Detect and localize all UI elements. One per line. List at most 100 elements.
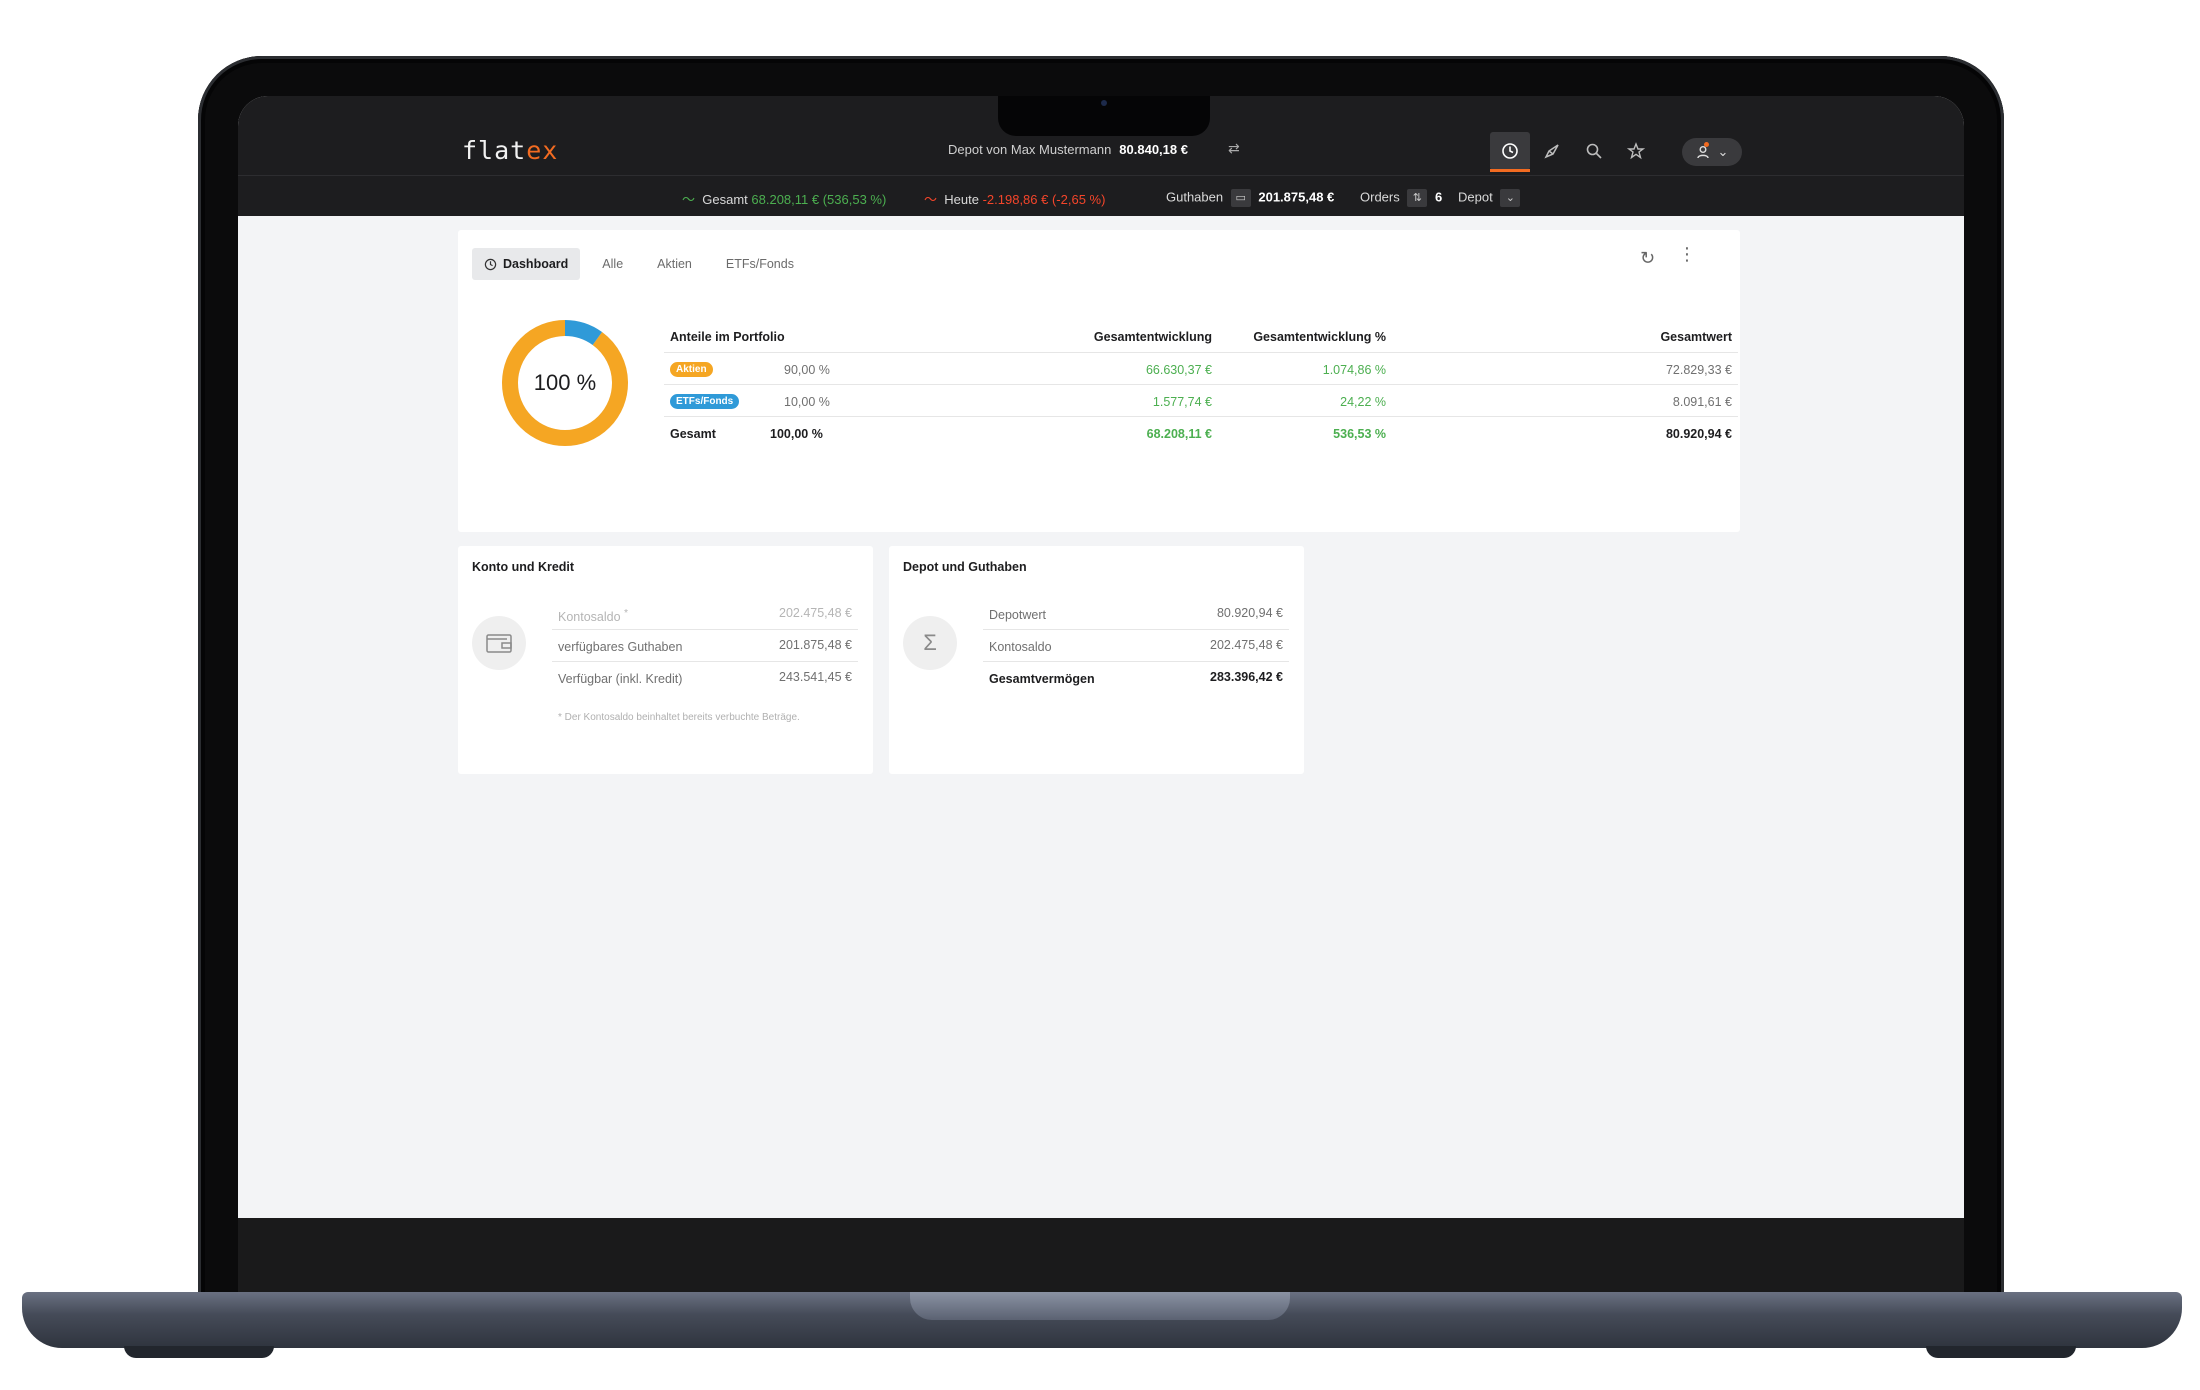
portfolio-card: Dashboard Alle Aktien ETFs/Fonds ↻ ⋮ 100… [458, 230, 1740, 532]
depotwert-value: 80.920,94 € [1216, 606, 1283, 620]
total-label: Gesamt [670, 427, 716, 441]
star-icon[interactable] [1616, 132, 1656, 170]
share-etfs: 10,00 % [784, 395, 830, 409]
verfuegbares-guthaben-label: verfügbares Guthaben [558, 640, 683, 654]
trend-down-icon: 〜 [924, 192, 938, 207]
user-icon [1696, 146, 1709, 159]
table-header: Anteile im Portfolio Gesamtentwicklung G… [664, 322, 1738, 353]
kontosaldo-label: Kontosaldo * [558, 608, 629, 625]
depot-owner-label: Depot von Max Mustermann [948, 142, 1112, 157]
header-gesamtwert: Gesamtwert [1660, 330, 1732, 344]
verfuegbar-kredit-label: Verfügbar (inkl. Kredit) [558, 672, 683, 686]
total-wert: 80.920,94 € [1665, 427, 1732, 441]
heute-value: -2.198,86 € (-2,65 %) [982, 192, 1106, 207]
entwicklung-pct-etfs: 24,22 % [1340, 395, 1386, 409]
list-item: Verfügbar (inkl. Kredit) 243.541,45 € [552, 662, 858, 694]
depot-selector[interactable]: Depot von Max Mustermann 80.840,18 € [948, 142, 1188, 157]
trend-up-icon: 〜 [682, 192, 696, 207]
konto-card-title: Konto und Kredit [472, 560, 575, 574]
header-entwicklung-pct: Gesamtentwicklung % [1253, 330, 1386, 344]
flatex-logo[interactable]: flatex [462, 136, 558, 165]
search-icon[interactable] [1574, 132, 1614, 170]
laptop-foot-right [1926, 1346, 2076, 1358]
entwicklung-pct-aktien: 1.074,86 % [1322, 363, 1386, 377]
list-item: Kontosaldo * 202.475,48 € [552, 598, 858, 630]
wert-etfs: 8.091,61 € [1672, 395, 1732, 409]
tab-dashboard[interactable]: Dashboard [472, 248, 581, 280]
wert-aktien: 72.829,33 € [1665, 363, 1732, 377]
notification-dot [1704, 142, 1709, 147]
gesamtvermoegen-label: Gesamtvermögen [989, 672, 1095, 686]
total-share: 100,00 % [770, 427, 823, 441]
konto-list: Kontosaldo * 202.475,48 € verfügbares Gu… [552, 598, 858, 694]
share-aktien: 90,00 % [784, 363, 830, 377]
tab-etfs-fonds[interactable]: ETFs/Fonds [714, 248, 806, 280]
swap-depot-icon[interactable]: ⇄ [1228, 140, 1240, 157]
verfuegbar-kredit-value: 243.541,45 € [779, 670, 852, 684]
wallet-icon [472, 616, 526, 670]
chevron-down-icon: ⌄ [1717, 144, 1729, 159]
laptop-base-notch [910, 1292, 1290, 1320]
header-anteile: Anteile im Portfolio [670, 330, 785, 344]
gesamt-label: Gesamt [702, 192, 748, 207]
table-total-row: Gesamt 100,00 % 68.208,11 € 536,53 % 80.… [664, 417, 1738, 449]
camera-icon [1101, 100, 1107, 106]
refresh-icon[interactable]: ↻ [1640, 248, 1655, 269]
list-item: Gesamtvermögen 283.396,42 € [983, 662, 1289, 694]
table-row[interactable]: ETFs/Fonds 10,00 % 1.577,74 € 24,22 % 8.… [664, 385, 1738, 417]
badge-etfs-fonds: ETFs/Fonds [670, 394, 740, 409]
kontosaldo-value: 202.475,48 € [779, 606, 852, 620]
kontosaldo-value: 202.475,48 € [1210, 638, 1283, 652]
gesamtvermoegen-value: 283.396,42 € [1210, 670, 1283, 684]
guthaben-label: Guthaben [1166, 189, 1224, 205]
list-item: verfügbares Guthaben 201.875,48 € [552, 630, 858, 662]
depot-list: Depotwert 80.920,94 € Kontosaldo 202.475… [983, 598, 1289, 694]
header-entwicklung: Gesamtentwicklung [1093, 330, 1212, 344]
gesamt-summary: 〜 Gesamt 68.208,11 € (536,53 %) [682, 189, 886, 208]
table-row[interactable]: Aktien 90,00 % 66.630,37 € 1.074,86 % 72… [664, 353, 1738, 385]
user-menu-button[interactable]: ⌄ [1682, 138, 1742, 166]
laptop-foot-left [124, 1346, 274, 1358]
portfolio-status-bar: 〜 Gesamt 68.208,11 € (536,53 %) 〜 Heute … [238, 176, 1964, 216]
sigma-icon: Σ [903, 616, 957, 670]
camera-notch [998, 96, 1210, 136]
depot-dropdown[interactable]: Depot ⌄ [1458, 189, 1524, 207]
kontosaldo-footnote: * Der Kontosaldo beinhaltet bereits verb… [558, 712, 800, 723]
tab-aktien[interactable]: Aktien [645, 248, 704, 280]
heute-label: Heute [944, 192, 979, 207]
depot-value: 80.840,18 € [1119, 142, 1188, 157]
total-entwicklung: 68.208,11 € [1146, 427, 1212, 441]
gesamt-value: 68.208,11 € (536,53 %) [751, 192, 887, 207]
rocket-icon[interactable] [1532, 132, 1572, 170]
list-item: Depotwert 80.920,94 € [983, 598, 1289, 630]
entwicklung-aktien: 66.630,37 € [1145, 363, 1212, 377]
kontosaldo-label: Kontosaldo [989, 640, 1052, 654]
portfolio-tabs: Dashboard Alle Aktien ETFs/Fonds [472, 248, 816, 280]
heute-summary: 〜 Heute -2.198,86 € (-2,65 %) [924, 189, 1105, 208]
konto-kredit-card: Konto und Kredit Kontosaldo * 202.475,48… [458, 546, 873, 774]
more-options-icon[interactable]: ⋮ [1678, 244, 1696, 265]
list-item: Kontosaldo 202.475,48 € [983, 630, 1289, 662]
wallet-icon: ▭ [1230, 189, 1251, 207]
depot-guthaben-card: Depot und Guthaben Σ Depotwert 80.920,94… [889, 546, 1304, 774]
depot-card-title: Depot und Guthaben [903, 560, 1027, 574]
orders-label: Orders [1360, 189, 1400, 205]
depot-dropdown-label: Depot [1458, 189, 1493, 205]
total-entwicklung-pct: 536,53 % [1333, 427, 1386, 441]
badge-aktien: Aktien [670, 362, 713, 377]
orders-icon: ⇅ [1407, 189, 1428, 207]
chevron-down-icon: ⌄ [1500, 189, 1521, 207]
guthaben-summary[interactable]: Guthaben ▭ 201.875,48 € [1166, 189, 1334, 207]
clock-icon[interactable] [1490, 132, 1530, 172]
clock-icon [484, 258, 497, 270]
entwicklung-etfs: 1.577,74 € [1152, 395, 1212, 409]
orders-summary[interactable]: Orders ⇅ 6 [1360, 189, 1442, 207]
verfuegbares-guthaben-value: 201.875,48 € [779, 638, 852, 652]
guthaben-value: 201.875,48 € [1258, 189, 1335, 205]
donut-center-label: 100 % [533, 370, 597, 395]
depotwert-label: Depotwert [989, 608, 1046, 622]
tab-alle[interactable]: Alle [590, 248, 635, 280]
orders-count: 6 [1434, 189, 1443, 205]
portfolio-table: Anteile im Portfolio Gesamtentwicklung G… [664, 322, 1738, 449]
app-screen: flatex Depot von Max Mustermann 80.840,18… [238, 96, 1964, 1218]
